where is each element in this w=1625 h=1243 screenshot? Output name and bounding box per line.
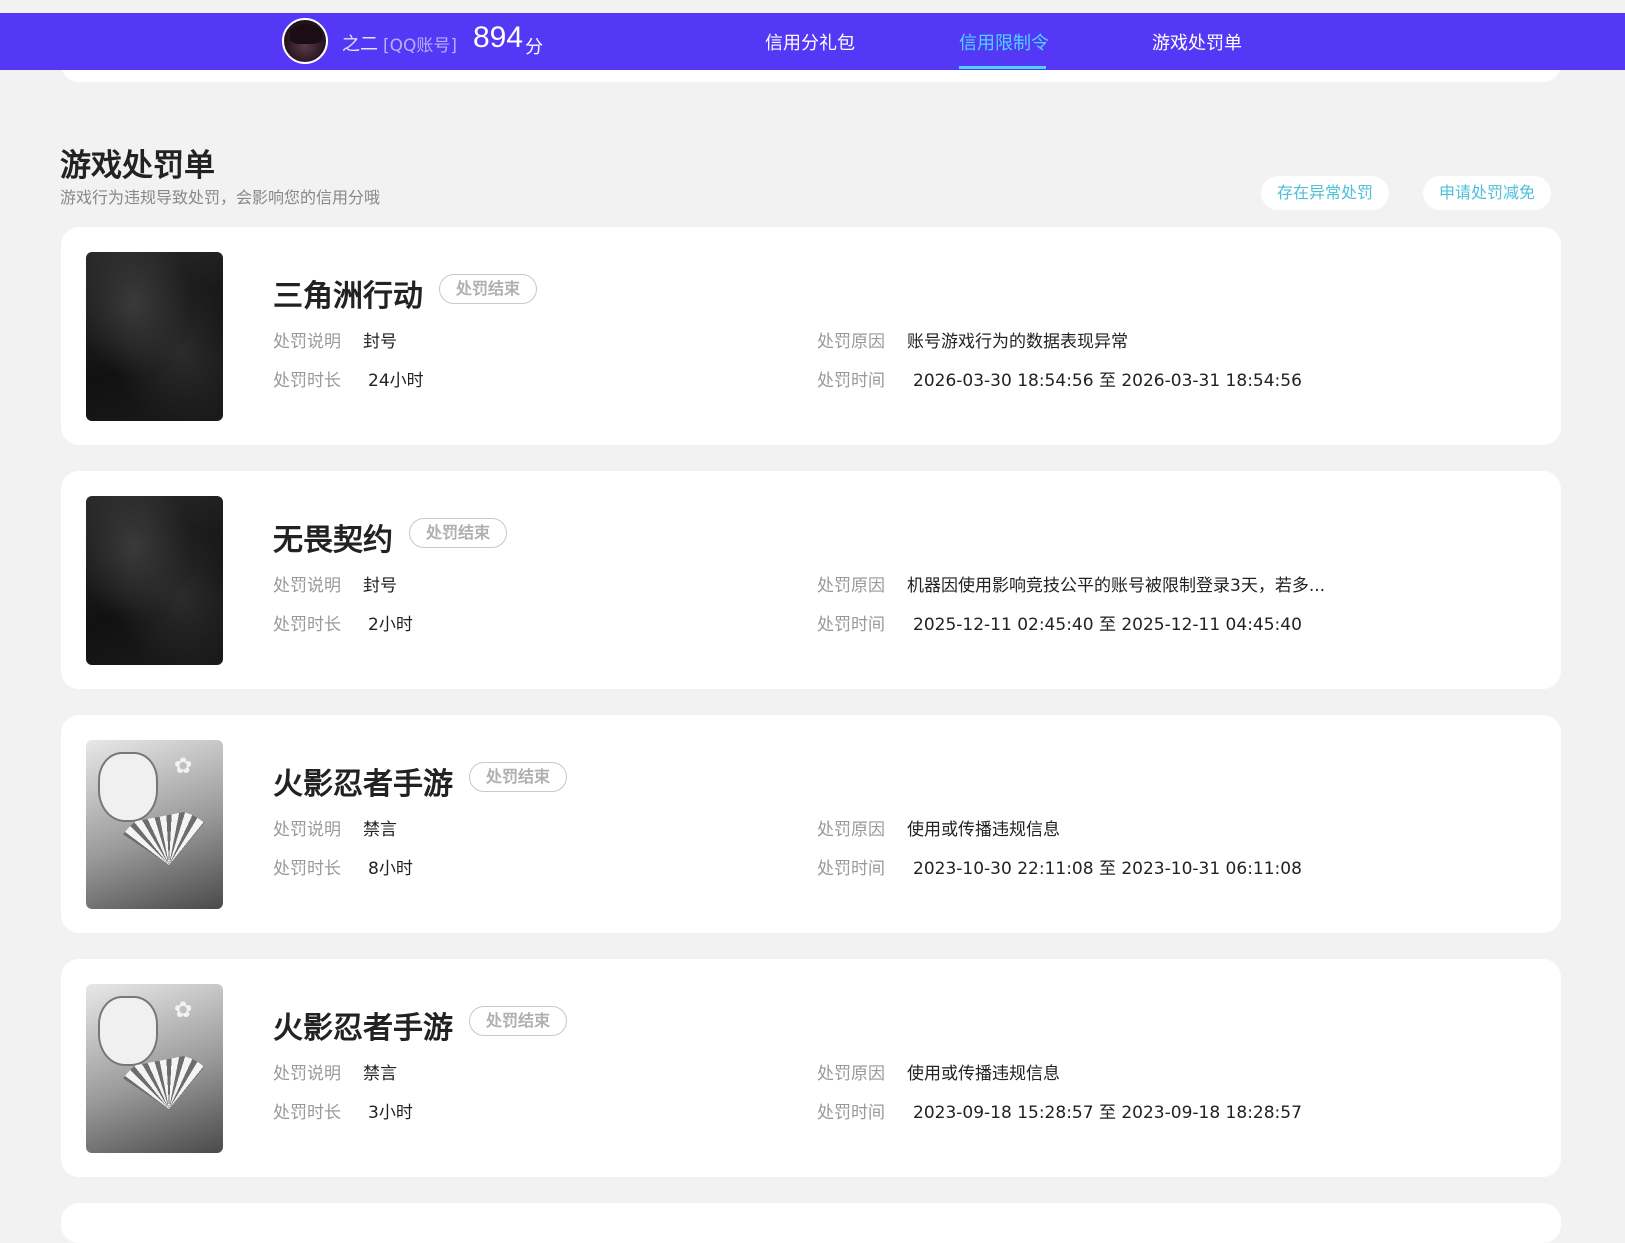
reason-value: 账号游戏行为的数据表现异常 [907,332,1128,352]
section-title: 游戏处罚单 [60,148,215,184]
penalty-card[interactable]: ✿ 火影忍者手游 处罚结束 处罚说明 禁言 处罚时长 3小时 处罚原因 使用或传… [61,959,1561,1177]
game-thumbnail: ✿ [86,740,223,909]
game-thumbnail [86,252,223,421]
game-thumbnail: ✿ [86,984,223,1153]
time-label: 处罚时间 [817,371,885,391]
tab-credit-restriction[interactable]: 信用限制令 [959,29,1049,55]
game-title: 火影忍者手游 [273,1011,453,1046]
game-thumbnail [86,496,223,665]
time-label: 处罚时间 [817,1103,885,1123]
reason-value: 使用或传播违规信息 [907,820,1060,840]
penalty-card-partial[interactable] [61,1203,1561,1243]
status-badge: 处罚结束 [469,762,568,792]
reason-value: 使用或传播违规信息 [907,1064,1060,1084]
username: 之二 [342,34,378,55]
section-subtitle: 游戏行为违规导致处罚，会影响您的信用分哦 [60,188,381,207]
status-badge: 处罚结束 [439,274,538,304]
time-value: 2023-10-30 22:11:08 至 2023-10-31 06:11:0… [913,859,1302,879]
time-value: 2023-09-18 15:28:57 至 2023-09-18 18:28:5… [913,1103,1302,1123]
duration-value: 2小时 [368,615,413,635]
avatar[interactable] [282,18,328,64]
duration-label: 处罚时长 [273,859,341,879]
time-value: 2025-12-11 02:45:40 至 2025-12-11 04:45:4… [913,615,1302,635]
game-title: 无畏契约 [273,523,393,558]
reason-label: 处罚原因 [817,332,885,352]
duration-label: 处罚时长 [273,615,341,635]
top-header: 之二 [QQ账号] 894 分 信用分礼包 信用限制令 游戏处罚单 [0,13,1625,70]
active-tab-indicator [959,66,1046,69]
desc-label: 处罚说明 [273,332,341,352]
penalty-card[interactable]: 无畏契约 处罚结束 处罚说明 封号 处罚时长 2小时 处罚原因 机器因使用影响竞… [61,471,1561,689]
reason-label: 处罚原因 [817,576,885,596]
account-type: [QQ账号] [383,36,458,56]
desc-value: 封号 [363,332,397,352]
score-unit: 分 [525,37,543,58]
game-title: 火影忍者手游 [273,767,453,802]
penalty-card[interactable]: 三角洲行动 处罚结束 处罚说明 封号 处罚时长 24小时 处罚原因 账号游戏行为… [61,227,1561,445]
duration-value: 8小时 [368,859,413,879]
reason-label: 处罚原因 [817,820,885,840]
status-badge: 处罚结束 [469,1006,568,1036]
desc-label: 处罚说明 [273,1064,341,1084]
desc-value: 封号 [363,576,397,596]
duration-label: 处罚时长 [273,371,341,391]
desc-label: 处罚说明 [273,820,341,840]
time-label: 处罚时间 [817,615,885,635]
tab-game-penalty[interactable]: 游戏处罚单 [1152,29,1242,55]
duration-label: 处罚时长 [273,1103,341,1123]
game-title: 三角洲行动 [273,279,423,314]
duration-value: 24小时 [368,371,424,391]
desc-value: 禁言 [363,820,397,840]
desc-value: 禁言 [363,1064,397,1084]
reason-label: 处罚原因 [817,1064,885,1084]
report-abnormal-penalty-button[interactable]: 存在异常处罚 [1261,176,1390,210]
reason-value: 机器因使用影响竞技公平的账号被限制登录3天，若多... [907,576,1326,596]
penalty-card[interactable]: ✿ 火影忍者手游 处罚结束 处罚说明 禁言 处罚时长 8小时 处罚原因 使用或传… [61,715,1561,933]
tab-credit-gift[interactable]: 信用分礼包 [765,29,855,55]
time-label: 处罚时间 [817,859,885,879]
apply-penalty-reduction-button[interactable]: 申请处罚减免 [1423,176,1552,210]
duration-value: 3小时 [368,1103,413,1123]
desc-label: 处罚说明 [273,576,341,596]
time-value: 2026-03-30 18:54:56 至 2026-03-31 18:54:5… [913,371,1302,391]
status-badge: 处罚结束 [409,518,508,548]
top-strip [0,0,1625,13]
credit-score: 894 [473,21,524,54]
